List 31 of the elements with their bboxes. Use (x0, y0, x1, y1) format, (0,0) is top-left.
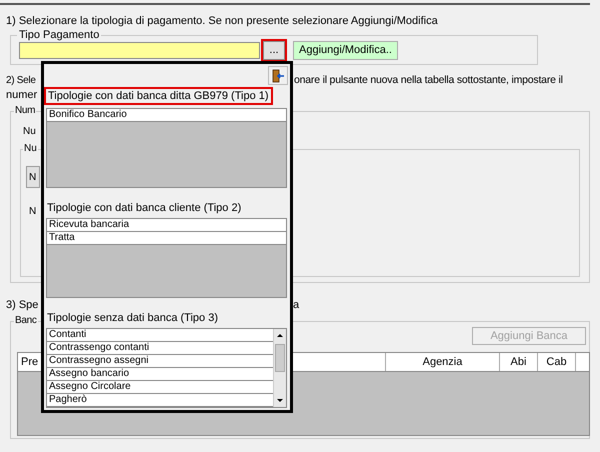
group-text: N (29, 205, 36, 219)
new-button[interactable]: N (26, 166, 40, 188)
instruction-text: numer (6, 88, 38, 101)
payment-type-field[interactable] (19, 42, 260, 58)
section-title: Tipologie con dati banca ditta GB979 (Tipo 1) (44, 87, 273, 105)
instruction-text: 1) Selezionare la tipologia di pagamento. Se non presente selezionare Aggiungi/Modifica (6, 14, 439, 27)
instruction-text: onare il pulsante nuova nella tabella sottostante, impostare il (294, 73, 564, 88)
add-bank-button: Aggiungi Banca (472, 327, 586, 345)
section-title: Tipologie senza dati banca (Tipo 3) (47, 311, 218, 325)
list-item[interactable]: Contrassegno assegni (47, 355, 273, 368)
list-item[interactable]: Contrassengo contanti (47, 342, 273, 355)
list-item[interactable]: Pagherò (47, 394, 273, 407)
exit-icon[interactable] (268, 66, 288, 85)
list-item[interactable]: Tratta (47, 232, 286, 245)
list-item[interactable]: Assegno Circolare (47, 381, 273, 394)
list-item[interactable]: Assegno bancario (47, 368, 273, 381)
column-header[interactable]: Cab (538, 353, 576, 371)
group-label: Tipo Pagamento (17, 28, 102, 42)
browse-button[interactable]: ... (263, 40, 285, 60)
list-item[interactable]: Ricevuta bancaria (47, 219, 286, 232)
section-title: Tipologie con dati banca cliente (Tipo 2) (47, 201, 242, 215)
add-edit-button[interactable]: Aggiungi/Modifica.. (293, 40, 398, 60)
list-item[interactable]: Bonifico Bancario (47, 109, 286, 122)
instruction-text: 3) Spe (6, 298, 38, 313)
scrollbar[interactable] (273, 329, 286, 407)
instruction-text: a (293, 298, 300, 313)
column-header[interactable]: Agenzia (386, 353, 500, 371)
column-header[interactable]: Abi (500, 353, 538, 371)
instruction-text: 2) Sele (6, 74, 36, 88)
list-item[interactable]: Contanti (47, 329, 273, 342)
group-text: Nu (23, 125, 36, 139)
